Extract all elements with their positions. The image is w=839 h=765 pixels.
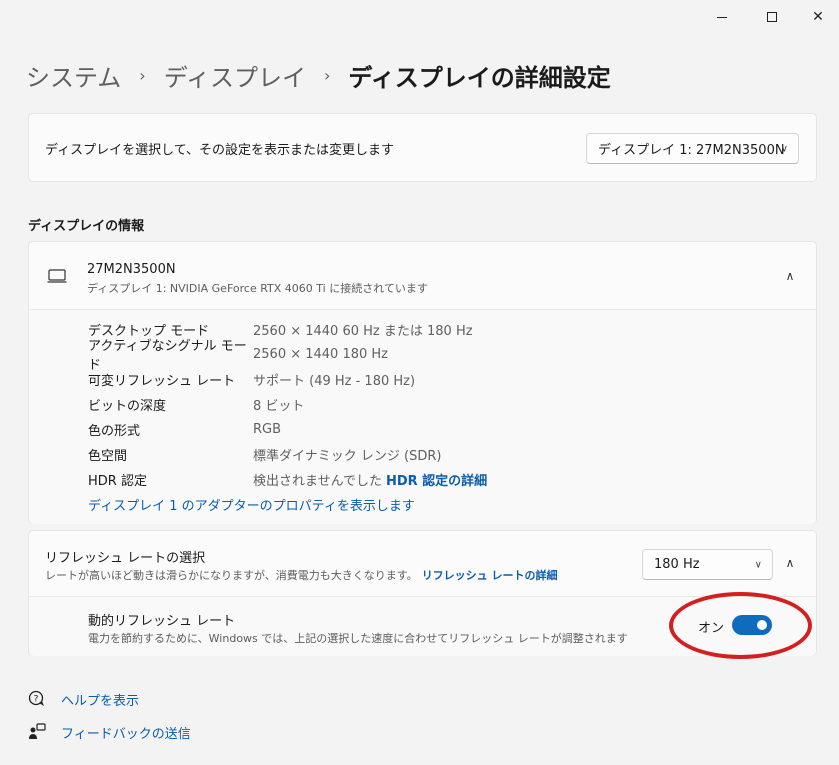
section-title-display-info: ディスプレイの情報 xyxy=(28,219,145,234)
hdr-details-link[interactable]: HDR 認定の詳細 xyxy=(386,470,487,489)
dynamic-refresh-row: 動的リフレッシュ レート 電力を節約するために、Windows では、上記の選択… xyxy=(29,597,816,656)
display-info-details: デスクトップ モード 2560 × 1440 60 Hz または 180 Hz … xyxy=(29,310,816,524)
display-select-card: ディスプレイを選択して、その設定を表示または変更します ディスプレイ 1: 27… xyxy=(28,113,817,182)
dynamic-refresh-description: 電力を節約するために、Windows では、上記の選択した速度に合わせてリフレッ… xyxy=(88,632,628,645)
help-link[interactable]: ? ヘルプを表示 xyxy=(28,688,139,710)
chevron-down-icon: ∨ xyxy=(780,143,788,154)
display-info-header[interactable]: 27M2N3500N ディスプレイ 1: NVIDIA GeForce RTX … xyxy=(29,242,816,310)
refresh-rate-card: リフレッシュ レートの選択 レートが高いほど動きは滑らかになりますが、消費電力も… xyxy=(28,530,817,656)
info-row-variable-refresh: 可変リフレッシュ レート サポート (49 Hz - 180 Hz) xyxy=(88,369,415,389)
refresh-rate-description: レートが高いほど動きは滑らかになりますが、消費電力も大きくなります。 リフレッシュ… xyxy=(45,567,558,583)
info-row-hdr-certification: HDR 認定 検出されませんでした HDR 認定の詳細 xyxy=(88,469,487,489)
info-row-active-signal-mode: アクティブなシグナル モード 2560 × 1440 180 Hz xyxy=(88,339,389,373)
toggle-knob xyxy=(757,620,767,630)
help-chat-icon: ? xyxy=(28,690,44,706)
info-value: 2560 × 1440 60 Hz または 180 Hz xyxy=(253,323,473,339)
monitor-connection: ディスプレイ 1: NVIDIA GeForce RTX 4060 Ti に接続… xyxy=(87,282,428,295)
info-value: 検出されませんでした xyxy=(253,473,382,489)
refresh-rate-value: 180 Hz xyxy=(654,557,700,572)
info-key: アクティブなシグナル モード xyxy=(88,339,247,373)
breadcrumb-separator: › xyxy=(324,65,331,85)
minimize-icon xyxy=(717,16,727,18)
chevron-up-icon[interactable]: ∧ xyxy=(780,553,800,573)
info-key: ビットの深度 xyxy=(88,398,167,414)
info-value: RGB xyxy=(253,421,282,437)
dynamic-refresh-toggle[interactable] xyxy=(732,615,772,635)
laptop-icon xyxy=(47,269,67,283)
info-key: 可変リフレッシュ レート xyxy=(88,373,236,389)
close-button[interactable]: ✕ xyxy=(795,0,839,34)
display-dropdown-value: ディスプレイ 1: 27M2N3500N xyxy=(598,143,785,158)
info-key: HDR 認定 xyxy=(88,473,147,489)
title-bar: ✕ xyxy=(0,0,839,34)
breadcrumb-display[interactable]: ディスプレイ xyxy=(164,58,306,93)
breadcrumb-system[interactable]: システム xyxy=(26,58,121,93)
svg-text:?: ? xyxy=(34,695,39,705)
adapter-properties-link[interactable]: ディスプレイ 1 のアダプターのプロパティを表示します xyxy=(88,495,415,514)
info-row-color-format: 色の形式 RGB xyxy=(88,419,281,439)
refresh-rate-subtitle: レートが高いほど動きは滑らかになりますが、消費電力も大きくなります。 xyxy=(45,569,418,582)
refresh-rate-header: リフレッシュ レートの選択 レートが高いほど動きは滑らかになりますが、消費電力も… xyxy=(29,531,816,597)
maximize-icon xyxy=(767,12,777,22)
minimize-button[interactable] xyxy=(699,0,745,34)
feedback-label: フィードバックの送信 xyxy=(61,726,191,742)
dynamic-refresh-title: 動的リフレッシュ レート xyxy=(88,614,236,629)
refresh-rate-title: リフレッシュ レートの選択 xyxy=(45,551,206,566)
info-value: 2560 × 1440 180 Hz xyxy=(253,346,389,362)
info-row-color-space: 色空間 標準ダイナミック レンジ (SDR) xyxy=(88,444,441,464)
info-value: 標準ダイナミック レンジ (SDR) xyxy=(253,448,442,464)
info-value: サポート (49 Hz - 180 Hz) xyxy=(253,373,416,389)
info-row-bit-depth: ビットの深度 8 ビット xyxy=(88,394,304,414)
breadcrumb-separator: › xyxy=(139,65,146,85)
display-select-label: ディスプレイを選択して、その設定を表示または変更します xyxy=(45,143,395,158)
display-info-card: 27M2N3500N ディスプレイ 1: NVIDIA GeForce RTX … xyxy=(28,241,817,524)
display-dropdown[interactable]: ディスプレイ 1: 27M2N3500N ∨ xyxy=(586,133,799,164)
info-key: 色の形式 xyxy=(88,423,141,439)
chevron-up-icon[interactable]: ∧ xyxy=(780,266,800,286)
refresh-rate-details-link[interactable]: リフレッシュ レートの詳細 xyxy=(422,569,558,582)
breadcrumb: システム › ディスプレイ › ディスプレイの詳細設定 xyxy=(26,57,611,93)
refresh-rate-dropdown[interactable]: 180 Hz ∨ xyxy=(642,549,773,580)
feedback-icon xyxy=(29,723,46,739)
help-label: ヘルプを表示 xyxy=(61,693,140,709)
close-icon: ✕ xyxy=(812,9,824,25)
dynamic-refresh-toggle-label: オン xyxy=(698,621,725,636)
info-key: 色空間 xyxy=(88,448,128,464)
monitor-name: 27M2N3500N xyxy=(87,262,176,277)
feedback-link[interactable]: フィードバックの送信 xyxy=(28,721,191,743)
page-title: ディスプレイの詳細設定 xyxy=(348,63,611,92)
chevron-down-icon: ∨ xyxy=(754,559,762,570)
maximize-button[interactable] xyxy=(749,0,795,34)
info-value: 8 ビット xyxy=(253,398,305,414)
